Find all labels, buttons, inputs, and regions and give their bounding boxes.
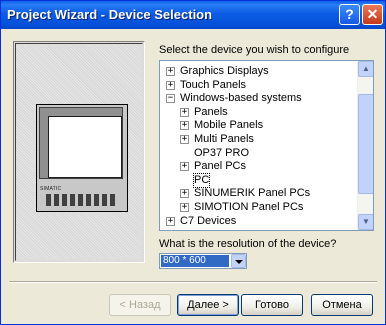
expand-plus-icon[interactable]: + <box>166 216 175 226</box>
cancel-button[interactable]: Отмена <box>311 294 373 316</box>
tree-node[interactable]: − Windows-based systems <box>160 92 357 105</box>
button-separator <box>9 281 377 283</box>
window-title: Project Wizard - Device Selection <box>7 7 213 22</box>
expand-plus-icon[interactable]: + <box>180 203 189 212</box>
tree-scrollbar[interactable]: ▲ ▼ <box>357 61 373 230</box>
resolution-label: What is the resolution of the device? <box>159 238 337 250</box>
tree-node-label: Windows-based systems <box>180 92 302 105</box>
tree-node-label: Multi Panels <box>194 133 254 145</box>
expand-plus-icon[interactable]: + <box>180 107 189 117</box>
expand-plus-icon[interactable]: + <box>180 121 189 131</box>
tree-node-label: Panels <box>194 105 228 118</box>
device-screen <box>48 116 122 178</box>
help-button[interactable]: ? <box>339 4 360 25</box>
tree-node[interactable]: + Touch Panels <box>160 79 357 92</box>
tree-node-label: OP37 PRO <box>194 146 250 159</box>
tree-node[interactable]: + Multi Panels <box>160 133 357 146</box>
tree-node[interactable]: + SINUMERIK Panel PCs <box>160 187 357 200</box>
back-button[interactable]: < Назад <box>109 294 171 316</box>
chevron-down-icon[interactable] <box>231 254 246 268</box>
tree-node[interactable]: + C7 Devices <box>160 215 357 228</box>
tree-node-label: Touch Panels <box>180 78 247 91</box>
next-button[interactable]: Далее > <box>177 294 239 316</box>
device-tree[interactable]: + Graphics Displays + Touch Panels − Windows-… <box>159 60 374 231</box>
close-button[interactable]: ✕ <box>362 4 383 25</box>
tree-node-label: Panel PCs <box>194 160 246 173</box>
expand-plus-icon[interactable]: + <box>166 80 175 90</box>
scroll-down-arrow-icon[interactable]: ▼ <box>358 214 373 230</box>
operator-panel-image: SIMATIC <box>36 104 128 212</box>
tree-node-label: PC <box>192 172 211 188</box>
tree-node[interactable]: + SIMOTION Panel PCs <box>160 201 357 214</box>
tree-node[interactable]: + Panel PCs <box>160 160 357 173</box>
project-wizard-window: Project Wizard - Device Selection ? ✕ SI… <box>0 0 386 325</box>
collapse-minus-icon[interactable]: − <box>166 94 175 104</box>
expand-plus-icon[interactable]: + <box>180 135 189 144</box>
device-illustration-panel: SIMATIC <box>13 41 145 263</box>
tree-node[interactable]: PC <box>160 172 357 188</box>
expand-plus-icon[interactable]: + <box>180 162 189 172</box>
device-keypad <box>46 194 118 206</box>
tree-node-label: SIMOTION Panel PCs <box>194 201 304 213</box>
scroll-up-arrow-icon[interactable]: ▲ <box>358 61 373 77</box>
device-brand-label: SIMATIC <box>40 186 62 192</box>
expand-plus-icon[interactable]: + <box>180 189 189 199</box>
tree-node-label: SINUMERIK Panel PCs <box>194 187 311 200</box>
tree-node-label: Graphics Displays <box>180 65 269 77</box>
tree-node[interactable]: OP37 PRO <box>160 147 357 160</box>
tree-node[interactable]: + Mobile Panels <box>160 119 357 132</box>
tree-node[interactable]: + Graphics Displays <box>160 65 357 78</box>
resolution-value: 800 * 600 <box>161 255 229 267</box>
device-prompt-label: Select the device you wish to configure <box>159 44 350 56</box>
tree-node-label: C7 Devices <box>180 214 237 227</box>
device-bezel <box>39 107 123 179</box>
scroll-thumb[interactable] <box>358 94 373 194</box>
tree-node-label: Mobile Panels <box>194 119 264 132</box>
title-bar[interactable]: Project Wizard - Device Selection ? ✕ <box>1 1 385 29</box>
resolution-select[interactable]: 800 * 600 <box>159 253 247 269</box>
finish-button[interactable]: Готово <box>241 294 303 316</box>
expand-plus-icon[interactable]: + <box>166 67 175 76</box>
illustration-background: SIMATIC <box>15 43 143 261</box>
tree-node[interactable]: + Panels <box>160 106 357 119</box>
